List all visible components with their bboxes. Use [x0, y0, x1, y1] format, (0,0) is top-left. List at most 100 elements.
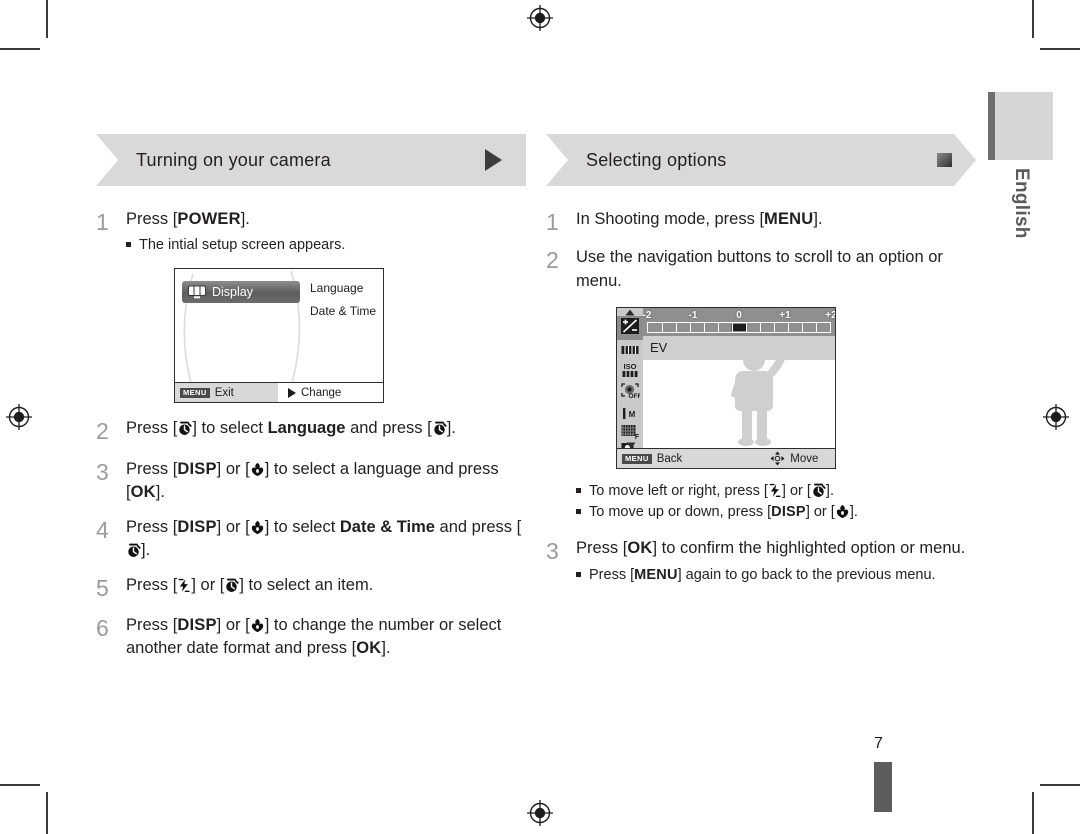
ev-scale-track: [647, 322, 831, 334]
crop-mark-bottom-left-horizontal: [0, 784, 40, 786]
lcd-menu-list: Language Date & Time: [310, 277, 376, 323]
step-item: 4 Press [DISP] or [] to select Date & Ti…: [96, 516, 526, 563]
section-banner-selecting-options: Selecting options: [546, 134, 976, 186]
bullet-item: To move up or down, press [DISP] or [].: [576, 502, 976, 523]
ev-scale-tick: [662, 323, 664, 333]
bullet-dot-icon: [576, 502, 589, 523]
navigation-bullets: To move left or right, press [] or []. T…: [576, 481, 976, 523]
four-way-nav-icon: [770, 451, 785, 466]
step-text: Press [] or [] to select an item.: [126, 575, 374, 594]
emphasis-text: Language: [267, 419, 346, 438]
crop-mark-bottom-right-vertical: [1032, 792, 1034, 834]
ev-scale-tick: [690, 323, 692, 333]
step-number: 1: [546, 209, 559, 235]
left-column: Turning on your camera 1 Press [POWER]. …: [96, 134, 526, 664]
svg-text:F: F: [635, 434, 640, 441]
svg-text:ISO: ISO: [624, 362, 637, 371]
language-tab-block: [988, 92, 1053, 160]
button-label-menu: MENU: [764, 210, 814, 228]
section-title: Turning on your camera: [136, 149, 331, 170]
step-number: 4: [96, 516, 109, 543]
registration-mark-bottom: [527, 800, 553, 826]
step-item: 1 In Shooting mode, press [MENU].: [546, 208, 976, 237]
crop-mark-bottom-left-vertical: [46, 792, 48, 834]
step-number: 3: [96, 458, 109, 485]
lcd-selected-menu-item[interactable]: Display: [182, 281, 300, 304]
svg-text:M: M: [629, 410, 636, 419]
ev-scale-tick: [760, 323, 762, 333]
iso-icon: ISO: [622, 362, 638, 378]
ev-scale-tick: [704, 323, 706, 333]
square-marker-icon: [937, 153, 952, 167]
ev-compensation-scale[interactable]: -2 -1 0 +1 +2: [643, 308, 835, 337]
display-icon: [188, 285, 206, 299]
ev-scale-labels: -2 -1 0 +1 +2: [643, 309, 835, 321]
timer-icon: [224, 578, 239, 593]
timer-icon: [811, 483, 826, 498]
ev-scale-marker[interactable]: [731, 324, 747, 332]
lcd-bar-back-label: Back: [656, 452, 683, 465]
button-label-disp: DISP: [177, 517, 217, 536]
triangle-right-icon: [288, 387, 296, 398]
step-number: 2: [96, 418, 109, 445]
step-item: 3 Press [DISP] or [] to select a languag…: [96, 458, 526, 505]
step-text: Use the navigation buttons to scroll to …: [576, 246, 976, 523]
lcd-initial-setup-screenshot: Display Language Date & Time MENU Exit C…: [174, 268, 384, 404]
step-text: Press [DISP] or [] to change the number …: [126, 616, 502, 658]
manual-page: English Turning on your camera 1 Press […: [0, 0, 1080, 834]
registration-mark-left: [6, 404, 32, 430]
registration-mark-right: [1043, 404, 1069, 430]
bullet-dot-icon: [576, 565, 589, 586]
ev-icon: [621, 318, 639, 335]
crop-mark-bottom-right-horizontal: [1040, 784, 1080, 786]
timer-icon: [432, 421, 447, 436]
bullet-item: Press [MENU] again to go back to the pre…: [576, 565, 976, 586]
left-steps-list: 1 Press [POWER]. The intial setup screen…: [96, 208, 526, 661]
timer-icon: [177, 421, 192, 436]
crop-mark-top-left-vertical: [46, 0, 48, 38]
ev-scale-tick: [802, 323, 804, 333]
page-number-bar: [874, 762, 892, 812]
step-bullets: Press [MENU] again to go back to the pre…: [576, 565, 976, 586]
lcd-bar-move-label: Move: [790, 452, 819, 465]
lcd-menu-item[interactable]: Language: [310, 277, 376, 300]
button-label-disp: DISP: [177, 616, 217, 634]
lcd-bar-exit-label: Exit: [214, 386, 234, 399]
macro-icon: [250, 462, 265, 477]
right-column: Selecting options 1 In Shooting mode, pr…: [546, 134, 976, 589]
macro-icon: [250, 618, 265, 633]
step-text: Press [POWER]. The intial setup screen a…: [126, 208, 526, 404]
button-label-ok: OK: [627, 539, 653, 558]
ev-scale-tick: [816, 323, 818, 333]
lcd-bottom-bar: MENU Exit Change: [175, 382, 383, 403]
macro-icon: [250, 520, 265, 535]
step-text: Press [DISP] or [] to select Date & Time…: [126, 517, 522, 560]
section-title: Selecting options: [586, 149, 727, 170]
step-text: In Shooting mode, press [MENU].: [576, 210, 823, 228]
triangle-right-icon: [485, 149, 502, 171]
step-text: Press [OK] to confirm the highlighted op…: [576, 537, 976, 585]
svg-text:OFF: OFF: [629, 393, 641, 400]
step-item: 3 Press [OK] to confirm the highlighted …: [546, 537, 976, 585]
subject-silhouette: [731, 348, 788, 447]
lcd-bottom-bar: MENU Back Move: [617, 448, 835, 469]
button-label-disp: DISP: [177, 459, 217, 478]
bullet-dot-icon: [126, 235, 139, 256]
button-label-power: POWER: [177, 210, 241, 228]
lcd-selected-item-label: Display: [212, 284, 253, 299]
step-number: 6: [96, 615, 109, 641]
button-label-ok: OK: [356, 639, 382, 658]
face-detect-off-icon: OFF: [621, 383, 641, 400]
page-number: 7: [874, 735, 883, 752]
emphasis-text: Date & Time: [339, 517, 435, 536]
step-item: 6 Press [DISP] or [] to change the numbe…: [96, 614, 526, 661]
step-text: Press [DISP] or [] to select a language …: [126, 459, 499, 502]
flash-icon: [768, 483, 782, 498]
button-label-menu: MENU: [634, 566, 678, 583]
ev-scale-tick: [773, 323, 776, 333]
menu-tag-icon: MENU: [180, 387, 210, 399]
lcd-ev-menu-screenshot: ISO OFF: [616, 307, 836, 470]
lcd-menu-item[interactable]: Date & Time: [310, 300, 376, 323]
step-text: Press [] to select Language and press []…: [126, 419, 456, 438]
timer-icon: [126, 543, 141, 558]
